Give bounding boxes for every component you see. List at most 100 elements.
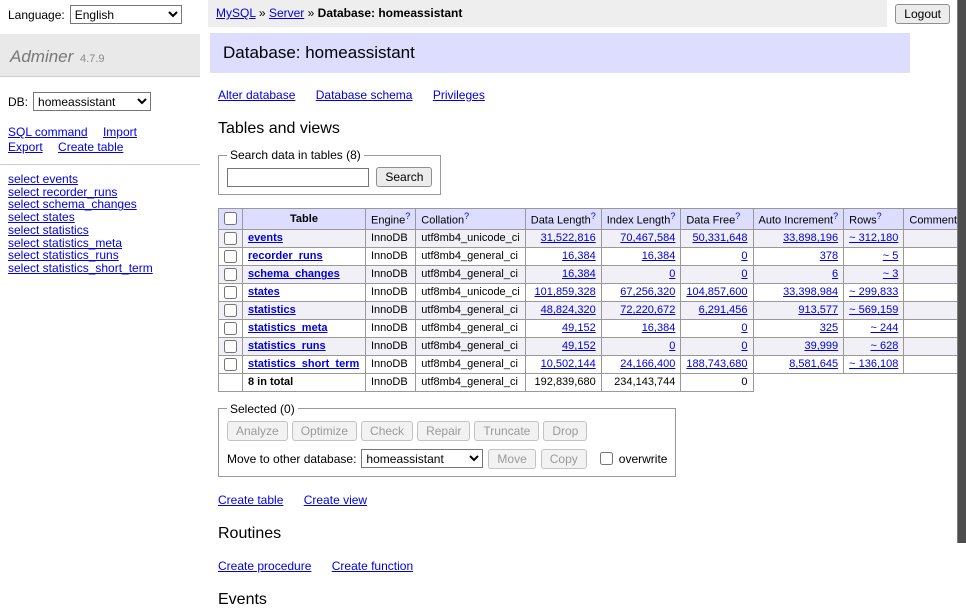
breadcrumb-mysql-link[interactable]: MySQL bbox=[216, 6, 256, 20]
help-link[interactable]: ? bbox=[735, 211, 740, 221]
db-action-link[interactable]: Alter database bbox=[218, 88, 295, 102]
scrollbar-thumb[interactable] bbox=[957, 0, 966, 543]
data-length-link[interactable]: 16,384 bbox=[562, 268, 596, 280]
row-checkbox[interactable] bbox=[224, 304, 237, 317]
engine-cell: InnoDB bbox=[366, 283, 416, 301]
table-name-link[interactable]: states bbox=[248, 286, 280, 298]
truncate-button[interactable]: Truncate bbox=[474, 421, 539, 441]
selected-fieldset: Selected (0) AnalyzeOptimizeCheckRepairT… bbox=[218, 402, 676, 477]
select-table-link[interactable]: select statistics_short_term bbox=[8, 261, 153, 275]
rows-count-link[interactable]: ~ 3 bbox=[883, 268, 899, 280]
check-button[interactable]: Check bbox=[361, 421, 413, 441]
index-length-link[interactable]: 70,467,584 bbox=[620, 232, 675, 244]
table-name-link[interactable]: schema_changes bbox=[248, 268, 340, 280]
data-length-link[interactable]: 10,502,144 bbox=[541, 358, 596, 370]
rows-count-link[interactable]: ~ 5 bbox=[883, 250, 899, 262]
auto-increment-link[interactable]: 913,577 bbox=[798, 304, 838, 316]
help-link[interactable]: ? bbox=[591, 211, 596, 221]
row-checkbox[interactable] bbox=[224, 358, 237, 371]
overwrite-option[interactable]: overwrite bbox=[596, 449, 668, 468]
data-free-link[interactable]: 50,331,648 bbox=[692, 232, 747, 244]
row-checkbox[interactable] bbox=[224, 232, 237, 245]
index-length-link[interactable]: 0 bbox=[669, 340, 675, 352]
auto-increment-link[interactable]: 6 bbox=[832, 268, 838, 280]
create-table-link[interactable]: Create table bbox=[58, 140, 123, 154]
help-link[interactable]: ? bbox=[877, 211, 882, 221]
index-length-link[interactable]: 0 bbox=[669, 268, 675, 280]
import-link[interactable]: Import bbox=[103, 125, 137, 139]
data-length-link[interactable]: 48,824,320 bbox=[541, 304, 596, 316]
data-free-link[interactable]: 0 bbox=[741, 322, 747, 334]
auto-increment-link[interactable]: 378 bbox=[820, 250, 838, 262]
table-name-link[interactable]: statistics_short_term bbox=[248, 358, 359, 370]
table-name-link[interactable]: statistics_meta bbox=[248, 322, 328, 334]
repair-button[interactable]: Repair bbox=[417, 421, 470, 441]
table-name-link[interactable]: recorder_runs bbox=[248, 250, 323, 262]
analyze-button[interactable]: Analyze bbox=[227, 421, 288, 441]
index-length-link[interactable]: 16,384 bbox=[642, 322, 676, 334]
optimize-button[interactable]: Optimize bbox=[292, 421, 357, 441]
data-free-link[interactable]: 188,743,680 bbox=[686, 358, 747, 370]
move-button[interactable]: Move bbox=[488, 449, 535, 469]
export-link[interactable]: Export bbox=[8, 140, 43, 154]
create-link[interactable]: Create view bbox=[304, 493, 367, 507]
create-link[interactable]: Create table bbox=[218, 493, 283, 507]
auto-increment-link[interactable]: 325 bbox=[820, 322, 838, 334]
row-checkbox[interactable] bbox=[224, 322, 237, 335]
auto-increment-link[interactable]: 33,398,984 bbox=[783, 286, 838, 298]
app-name[interactable]: Adminer bbox=[10, 47, 73, 66]
data-free-link[interactable]: 0 bbox=[741, 340, 747, 352]
rows-count-link[interactable]: ~ 312,180 bbox=[849, 232, 898, 244]
db-action-link[interactable]: Privileges bbox=[433, 88, 485, 102]
index-length-link[interactable]: 67,256,320 bbox=[620, 286, 675, 298]
row-checkbox[interactable] bbox=[224, 250, 237, 263]
help-link[interactable]: ? bbox=[670, 211, 675, 221]
help-link[interactable]: ? bbox=[405, 211, 410, 221]
data-length-link[interactable]: 49,152 bbox=[562, 322, 596, 334]
overwrite-checkbox[interactable] bbox=[600, 452, 613, 465]
data-free-link[interactable]: 104,857,600 bbox=[686, 286, 747, 298]
rows-count-link[interactable]: ~ 244 bbox=[871, 322, 899, 334]
help-link[interactable]: ? bbox=[464, 211, 469, 221]
data-length-link[interactable]: 49,152 bbox=[562, 340, 596, 352]
search-input[interactable] bbox=[227, 168, 369, 187]
logout-button[interactable]: Logout bbox=[895, 4, 950, 24]
move-db-select[interactable]: homeassistant bbox=[361, 449, 483, 468]
db-action-link[interactable]: Database schema bbox=[316, 88, 413, 102]
auto-increment-link[interactable]: 8,581,645 bbox=[789, 358, 838, 370]
search-button[interactable]: Search bbox=[376, 167, 432, 187]
table-name-link[interactable]: statistics_runs bbox=[248, 340, 326, 352]
db-select[interactable]: homeassistant bbox=[33, 92, 151, 111]
drop-button[interactable]: Drop bbox=[543, 421, 587, 441]
language-select[interactable]: English bbox=[70, 5, 182, 24]
data-length-cell: 48,824,320 bbox=[525, 301, 601, 319]
rows-count-link[interactable]: ~ 569,159 bbox=[849, 304, 898, 316]
data-length-link[interactable]: 16,384 bbox=[562, 250, 596, 262]
row-checkbox[interactable] bbox=[224, 268, 237, 281]
data-length-link[interactable]: 101,859,328 bbox=[535, 286, 596, 298]
index-length-link[interactable]: 24,166,400 bbox=[620, 358, 675, 370]
rows-count-link[interactable]: ~ 136,108 bbox=[849, 358, 898, 370]
auto-increment-link[interactable]: 39,999 bbox=[804, 340, 838, 352]
data-length-link[interactable]: 31,522,816 bbox=[541, 232, 596, 244]
table-name-link[interactable]: events bbox=[248, 232, 283, 244]
sql-command-link[interactable]: SQL command bbox=[8, 125, 88, 139]
auto-increment-link[interactable]: 33,898,196 bbox=[783, 232, 838, 244]
routine-link[interactable]: Create procedure bbox=[218, 559, 311, 573]
routine-link[interactable]: Create function bbox=[332, 559, 413, 573]
breadcrumb-server-link[interactable]: Server bbox=[269, 6, 304, 20]
data-free-link[interactable]: 6,291,456 bbox=[699, 304, 748, 316]
page-scrollbar[interactable] bbox=[957, 0, 966, 543]
table-name-link[interactable]: statistics bbox=[248, 304, 296, 316]
help-link[interactable]: ? bbox=[833, 211, 838, 221]
rows-count-link[interactable]: ~ 299,833 bbox=[849, 286, 898, 298]
data-free-link[interactable]: 0 bbox=[741, 250, 747, 262]
row-checkbox[interactable] bbox=[224, 340, 237, 353]
data-free-link[interactable]: 0 bbox=[741, 268, 747, 280]
index-length-link[interactable]: 16,384 bbox=[642, 250, 676, 262]
copy-button[interactable]: Copy bbox=[541, 449, 587, 469]
index-length-link[interactable]: 72,220,672 bbox=[620, 304, 675, 316]
row-checkbox[interactable] bbox=[224, 286, 237, 299]
rows-count-link[interactable]: ~ 628 bbox=[871, 340, 899, 352]
select-all-checkbox[interactable] bbox=[224, 212, 237, 225]
